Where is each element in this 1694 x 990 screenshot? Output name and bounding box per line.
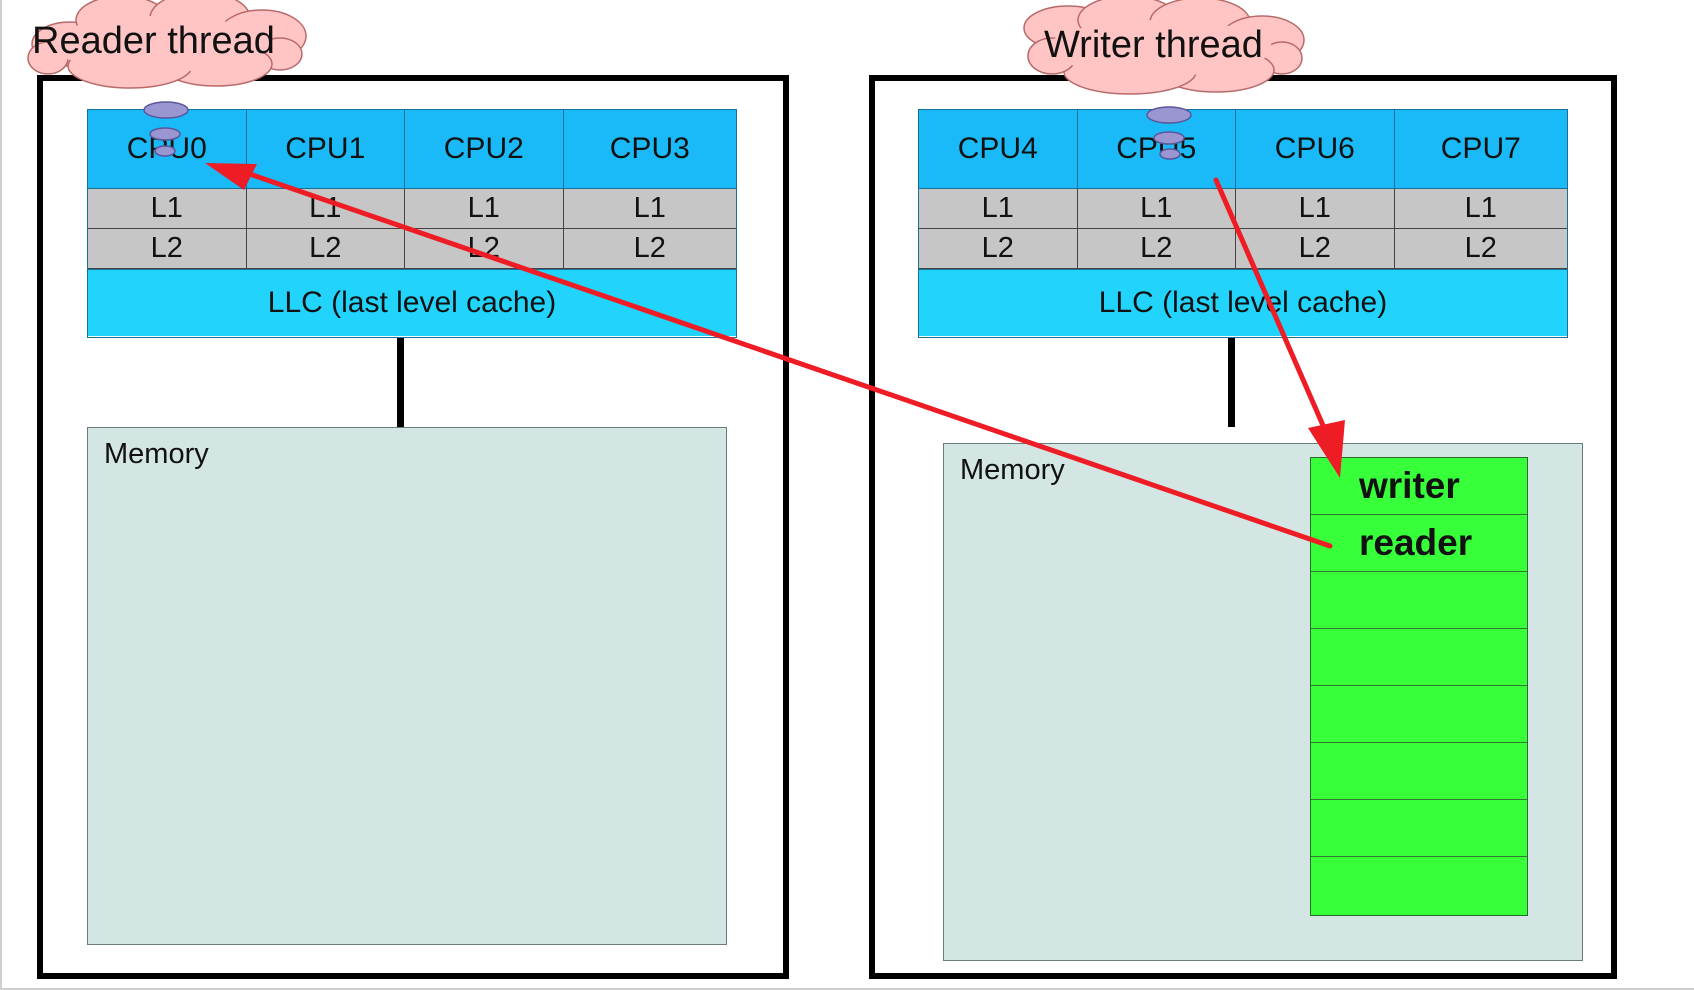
arrow-head-reader <box>205 163 257 190</box>
arrow-reader-access <box>235 167 1333 549</box>
arrow-head-writer <box>1308 420 1345 478</box>
access-arrows <box>205 163 1345 549</box>
arrow-writer-access <box>1213 177 1328 433</box>
